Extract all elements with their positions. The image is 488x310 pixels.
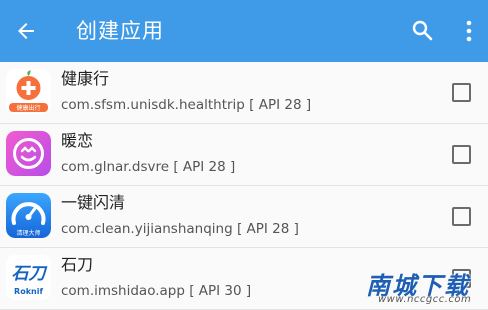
page-title: 创建应用 bbox=[76, 19, 164, 43]
app-row-healthtrip[interactable]: 健康出行 健康行 com.sfsm.unisdk.healthtrip [ AP… bbox=[0, 62, 488, 124]
watermark-url: www.nccgcc.com bbox=[378, 294, 472, 305]
search-icon[interactable] bbox=[410, 18, 434, 42]
svg-text:石刀: 石刀 bbox=[12, 264, 48, 284]
select-checkbox[interactable] bbox=[452, 83, 471, 102]
select-checkbox[interactable] bbox=[452, 145, 471, 164]
app-row-yijianshanqing[interactable]: 清理大师 一键闪清 com.clean.yijianshanqing [ API… bbox=[0, 186, 488, 248]
arrow-back-icon[interactable] bbox=[14, 19, 38, 43]
app-name: 一键闪清 bbox=[61, 193, 126, 212]
healthtrip-app-icon: 健康出行 bbox=[6, 69, 51, 114]
shidao-app-icon: 石刀 Roknif bbox=[6, 255, 51, 300]
yijianshanqing-app-icon: 清理大师 bbox=[6, 193, 51, 238]
app-name: 暖恋 bbox=[61, 131, 94, 150]
yijianshanqing-icon-label: 清理大师 bbox=[16, 229, 40, 237]
healthtrip-icon-label: 健康出行 bbox=[16, 104, 40, 112]
app-package: com.imshidao.app [ API 30 ] bbox=[61, 283, 252, 299]
app-package: com.glnar.dsvre [ API 28 ] bbox=[61, 159, 236, 175]
shidao-icon-label: Roknif bbox=[14, 287, 43, 296]
app-bar: 创建应用 bbox=[0, 0, 488, 62]
app-package: com.clean.yijianshanqing [ API 28 ] bbox=[61, 221, 299, 237]
more-vert-icon[interactable] bbox=[457, 18, 481, 44]
app-row-nuanlian[interactable]: 暖恋 com.glnar.dsvre [ API 28 ] bbox=[0, 124, 488, 186]
app-name: 石刀 bbox=[61, 255, 94, 274]
app-name: 健康行 bbox=[61, 69, 110, 88]
nuanlian-app-icon bbox=[6, 131, 51, 176]
select-checkbox[interactable] bbox=[452, 207, 471, 226]
site-watermark: 南城下载 www.nccgcc.com bbox=[366, 266, 486, 308]
app-package: com.sfsm.unisdk.healthtrip [ API 28 ] bbox=[61, 97, 312, 113]
